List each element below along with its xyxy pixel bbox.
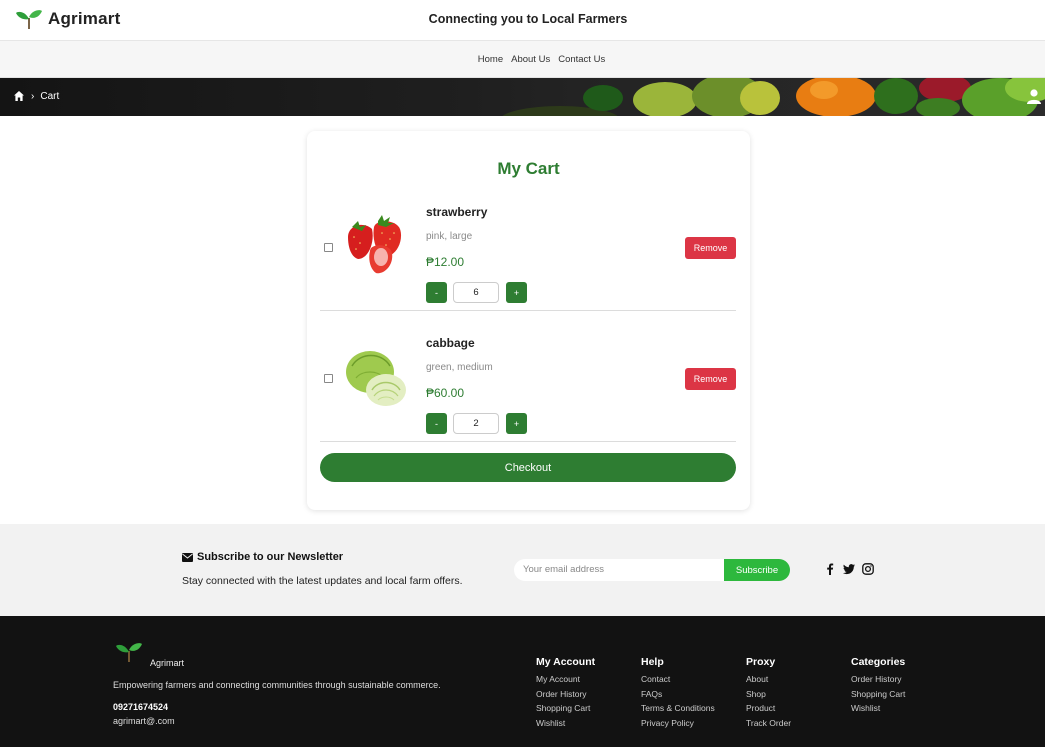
item-variant: pink, large bbox=[426, 231, 473, 242]
footer-link[interactable]: Contact bbox=[641, 672, 715, 687]
footer-column-title: Categories bbox=[851, 656, 906, 668]
footer-link[interactable]: Wishlist bbox=[851, 701, 905, 716]
page-banner: › Cart bbox=[0, 78, 1045, 116]
footer-column-proxy: Proxy About Shop Product Track Order bbox=[746, 656, 791, 730]
social-links bbox=[824, 563, 874, 575]
decrease-quantity-button[interactable]: - bbox=[426, 413, 447, 434]
instagram-icon[interactable] bbox=[862, 563, 874, 575]
breadcrumb-separator: › bbox=[31, 90, 35, 102]
footer-link[interactable]: Shop bbox=[746, 687, 791, 702]
footer-link[interactable]: Shopping Cart bbox=[536, 701, 595, 716]
footer-link[interactable]: Product bbox=[746, 701, 791, 716]
increase-quantity-button[interactable]: + bbox=[506, 282, 527, 303]
footer-link[interactable]: Order History bbox=[851, 672, 905, 687]
footer-link[interactable]: FAQs bbox=[641, 687, 715, 702]
cart-item: strawberry pink, large ₱12.00 - 6 + Remo… bbox=[320, 180, 736, 311]
newsletter-section: Subscribe to our Newsletter Stay connect… bbox=[0, 524, 1045, 616]
main-nav: Home About Us Contact Us bbox=[0, 41, 1045, 78]
remove-item-button[interactable]: Remove bbox=[685, 237, 736, 259]
footer-column-my-account: My Account My Account Order History Shop… bbox=[536, 656, 595, 730]
facebook-icon[interactable] bbox=[824, 563, 836, 575]
decrease-quantity-button[interactable]: - bbox=[426, 282, 447, 303]
site-tagline: Connecting you to Local Farmers bbox=[428, 12, 628, 26]
nav-about-us[interactable]: About Us bbox=[511, 54, 550, 65]
footer-link[interactable]: Track Order bbox=[746, 716, 791, 731]
footer-brand: Agrimart bbox=[150, 658, 185, 668]
item-select-checkbox[interactable] bbox=[324, 243, 333, 252]
item-name: cabbage bbox=[426, 336, 475, 350]
footer-link[interactable]: Wishlist bbox=[536, 716, 595, 731]
footer-phone: 09271674524 bbox=[113, 702, 169, 712]
checkout-button[interactable]: Checkout bbox=[320, 453, 736, 482]
footer-column-title: Help bbox=[641, 656, 664, 668]
twitter-icon[interactable] bbox=[843, 563, 855, 575]
breadcrumb: › Cart bbox=[13, 90, 59, 102]
newsletter-email-input[interactable]: Your email address bbox=[514, 559, 726, 581]
item-select-checkbox[interactable] bbox=[324, 374, 333, 383]
item-name: strawberry bbox=[426, 205, 488, 219]
footer-tagline: Empowering farmers and connecting commun… bbox=[113, 680, 441, 690]
nav-home[interactable]: Home bbox=[478, 54, 503, 65]
footer-link[interactable]: My Account bbox=[536, 672, 595, 687]
increase-quantity-button[interactable]: + bbox=[506, 413, 527, 434]
footer-link[interactable]: Order History bbox=[536, 687, 595, 702]
item-variant: green, medium bbox=[426, 362, 493, 373]
item-price: ₱12.00 bbox=[426, 255, 465, 269]
footer-link[interactable]: About bbox=[746, 672, 791, 687]
user-icon[interactable] bbox=[1026, 88, 1042, 104]
site-footer: Agrimart Empowering farmers and connecti… bbox=[0, 616, 1045, 747]
remove-item-button[interactable]: Remove bbox=[685, 368, 736, 390]
quantity-input[interactable]: 2 bbox=[453, 413, 499, 434]
breadcrumb-current: Cart bbox=[40, 90, 60, 102]
footer-link[interactable]: Privacy Policy bbox=[641, 716, 715, 731]
footer-column-help: Help Contact FAQs Terms & Conditions Pri… bbox=[641, 656, 715, 730]
quantity-input[interactable]: 6 bbox=[453, 282, 499, 303]
envelope-icon bbox=[182, 552, 193, 562]
footer-email: agrimart@.com bbox=[113, 716, 175, 726]
footer-link[interactable]: Shopping Cart bbox=[851, 687, 905, 702]
cart-title: My Cart bbox=[497, 159, 560, 178]
cabbage-image bbox=[346, 351, 406, 406]
strawberry-image bbox=[348, 215, 402, 274]
footer-column-title: My Account bbox=[536, 656, 596, 668]
footer-column-categories: Categories Order History Shopping Cart W… bbox=[851, 656, 905, 716]
footer-link[interactable]: Terms & Conditions bbox=[641, 701, 715, 716]
item-price: ₱60.00 bbox=[426, 386, 465, 400]
top-header: Agrimart Connecting you to Local Farmers bbox=[0, 0, 1045, 41]
newsletter-title: Subscribe to our Newsletter bbox=[197, 551, 344, 563]
cart-item: cabbage green, medium ₱60.00 - 2 + Remov… bbox=[320, 311, 736, 442]
subscribe-button[interactable]: Subscribe bbox=[724, 559, 790, 581]
cart-card: My Cart strawberry pink, large ₱12.00 - … bbox=[307, 131, 750, 510]
vegetables-banner-image bbox=[502, 78, 1045, 116]
newsletter-heading: Subscribe to our Newsletter bbox=[182, 551, 343, 563]
nav-contact-us[interactable]: Contact Us bbox=[558, 54, 605, 65]
home-icon[interactable] bbox=[13, 90, 25, 102]
footer-column-title: Proxy bbox=[746, 656, 776, 668]
sprout-icon bbox=[116, 643, 142, 662]
newsletter-description: Stay connected with the latest updates a… bbox=[182, 575, 463, 587]
